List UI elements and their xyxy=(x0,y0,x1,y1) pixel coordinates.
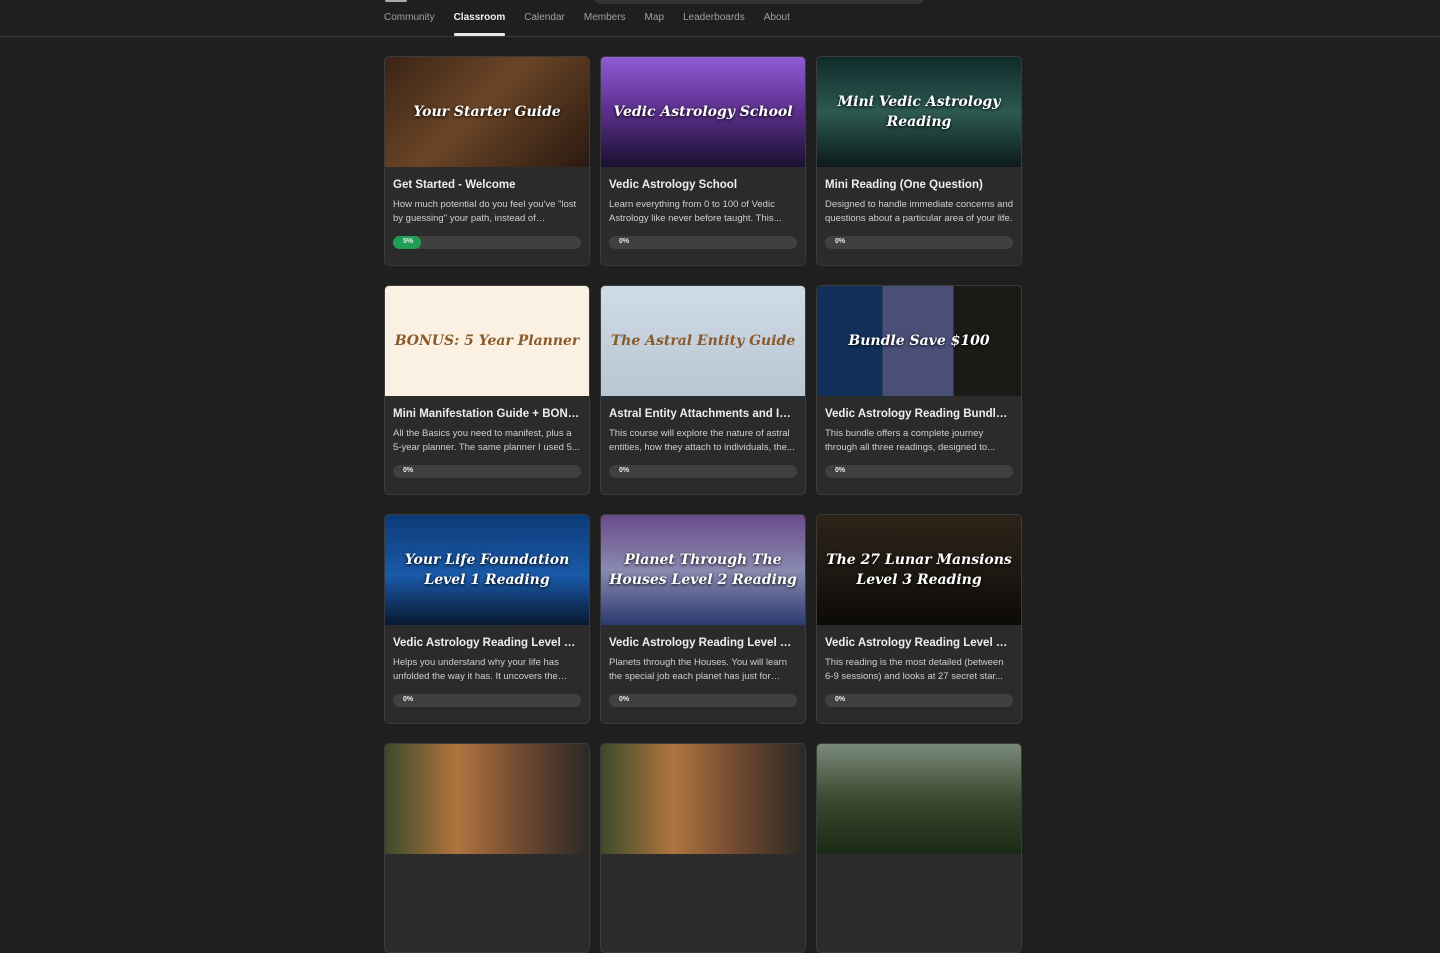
thumbnail-text: BONUS: 5 Year Planner xyxy=(394,333,580,349)
thumbnail-text: Vedic Astrology School xyxy=(613,104,793,120)
course-thumbnail: Bundle Save $100 xyxy=(817,286,1021,396)
course-card[interactable]: Vedic Astrology School Vedic Astrology Sc… xyxy=(600,56,806,266)
course-thumbnail xyxy=(385,744,589,854)
course-description: Planets through the Houses. You will lea… xyxy=(609,657,787,682)
course-title: Vedic Astrology Reading Level 1 - Your L… xyxy=(393,637,581,649)
tab-members[interactable]: Members xyxy=(584,12,626,36)
tab-community[interactable]: Community xyxy=(384,12,435,36)
progress-bar: 0% xyxy=(825,465,1013,478)
progress-label: 0% xyxy=(403,696,414,703)
course-title: Mini Reading (One Question) xyxy=(825,179,983,191)
search-input[interactable] xyxy=(593,0,925,4)
progress-bar: 5% xyxy=(393,236,581,249)
course-card[interactable]: The Astral Entity Guide Astral Entity Att… xyxy=(600,285,806,495)
progress-bar: 0% xyxy=(609,465,797,478)
course-title: Vedic Astrology Reading Level 2 - Planet… xyxy=(609,637,797,649)
course-card[interactable]: BONUS: 5 Year Planner Mini Manifestation … xyxy=(384,285,590,495)
course-grid: Your Starter Guide Get Started - Welcome … xyxy=(384,56,1022,953)
tab-about[interactable]: About xyxy=(764,12,790,36)
course-card[interactable]: Your Life Foundation Level 1 Reading Vedi… xyxy=(384,514,590,724)
community-logo[interactable] xyxy=(385,0,407,2)
course-title: Vedic Astrology Reading Level 3 - The 27… xyxy=(825,637,1013,649)
progress-label: 5% xyxy=(403,238,414,245)
progress-label: 0% xyxy=(835,467,846,474)
course-thumbnail: BONUS: 5 Year Planner xyxy=(385,286,589,396)
tab-classroom[interactable]: Classroom xyxy=(453,12,505,36)
course-card[interactable]: Your Starter Guide Get Started - Welcome … xyxy=(384,56,590,266)
course-card[interactable]: Planet Through The Houses Level 2 Readin… xyxy=(600,514,806,724)
progress-label: 0% xyxy=(619,696,630,703)
thumbnail-text: Your Starter Guide xyxy=(413,104,561,120)
course-card[interactable] xyxy=(816,743,1022,953)
course-title: Get Started - Welcome xyxy=(393,179,516,191)
tab-leaderboards[interactable]: Leaderboards xyxy=(683,12,745,36)
progress-label: 0% xyxy=(403,467,414,474)
progress-bar: 0% xyxy=(609,694,797,707)
course-description: This bundle offers a complete journey th… xyxy=(825,428,996,453)
nav-tabs: Community Classroom Calendar Members Map Lead… xyxy=(384,12,809,36)
thumbnail-text: Your Life Foundation Level 1 Reading xyxy=(404,552,570,588)
progress-bar: 0% xyxy=(825,694,1013,707)
course-description: Designed to handle immediate concerns an… xyxy=(825,199,1013,224)
progress-bar: 0% xyxy=(393,694,581,707)
tab-map[interactable]: Map xyxy=(645,12,664,36)
course-thumbnail xyxy=(601,744,805,854)
progress-bar: 0% xyxy=(393,465,581,478)
thumbnail-text: Planet Through The Houses Level 2 Readin… xyxy=(609,552,797,588)
top-bar: Community Classroom Calendar Members Map Lead… xyxy=(0,0,1440,37)
course-title: Vedic Astrology Reading Bundle - Save $1… xyxy=(825,408,1013,420)
course-description: How much potential do you feel you've "l… xyxy=(393,199,577,224)
course-thumbnail: The 27 Lunar Mansions Level 3 Reading xyxy=(817,515,1021,625)
course-thumbnail xyxy=(817,744,1021,854)
course-thumbnail: Vedic Astrology School xyxy=(601,57,805,167)
progress-bar: 0% xyxy=(609,236,797,249)
thumbnail-text: Mini Vedic Astrology Reading xyxy=(837,94,1001,130)
thumbnail-text: The Astral Entity Guide xyxy=(610,333,796,349)
course-card[interactable] xyxy=(600,743,806,953)
tab-calendar[interactable]: Calendar xyxy=(524,12,565,36)
course-card[interactable]: The 27 Lunar Mansions Level 3 Reading Ved… xyxy=(816,514,1022,724)
progress-label: 0% xyxy=(619,238,630,245)
course-description: All the Basics you need to manifest, plu… xyxy=(393,428,580,453)
progress-label: 0% xyxy=(619,467,630,474)
course-thumbnail: The Astral Entity Guide xyxy=(601,286,805,396)
course-description: This reading is the most detailed (betwe… xyxy=(825,657,1004,682)
progress-bar: 0% xyxy=(825,236,1013,249)
course-description: This course will explore the nature of a… xyxy=(609,428,795,453)
thumbnail-text: Bundle Save $100 xyxy=(848,333,990,349)
thumbnail-text: The 27 Lunar Mansions Level 3 Reading xyxy=(826,552,1012,588)
progress-label: 0% xyxy=(835,696,846,703)
course-thumbnail: Mini Vedic Astrology Reading xyxy=(817,57,1021,167)
progress-label: 0% xyxy=(835,238,846,245)
course-thumbnail: Your Starter Guide xyxy=(385,57,589,167)
course-card[interactable]: Mini Vedic Astrology Reading Mini Reading… xyxy=(816,56,1022,266)
course-thumbnail: Your Life Foundation Level 1 Reading xyxy=(385,515,589,625)
course-card[interactable]: Bundle Save $100 Vedic Astrology Reading … xyxy=(816,285,1022,495)
course-description: Helps you understand why your life has u… xyxy=(393,657,559,682)
course-title: Mini Manifestation Guide + BONUS: 5 Year… xyxy=(393,408,581,420)
course-description: Learn everything from 0 to 100 of Vedic … xyxy=(609,199,782,224)
course-thumbnail: Planet Through The Houses Level 2 Readin… xyxy=(601,515,805,625)
course-card[interactable] xyxy=(384,743,590,953)
course-title: Astral Entity Attachments and Influences xyxy=(609,408,797,420)
course-title: Vedic Astrology School xyxy=(609,179,738,191)
